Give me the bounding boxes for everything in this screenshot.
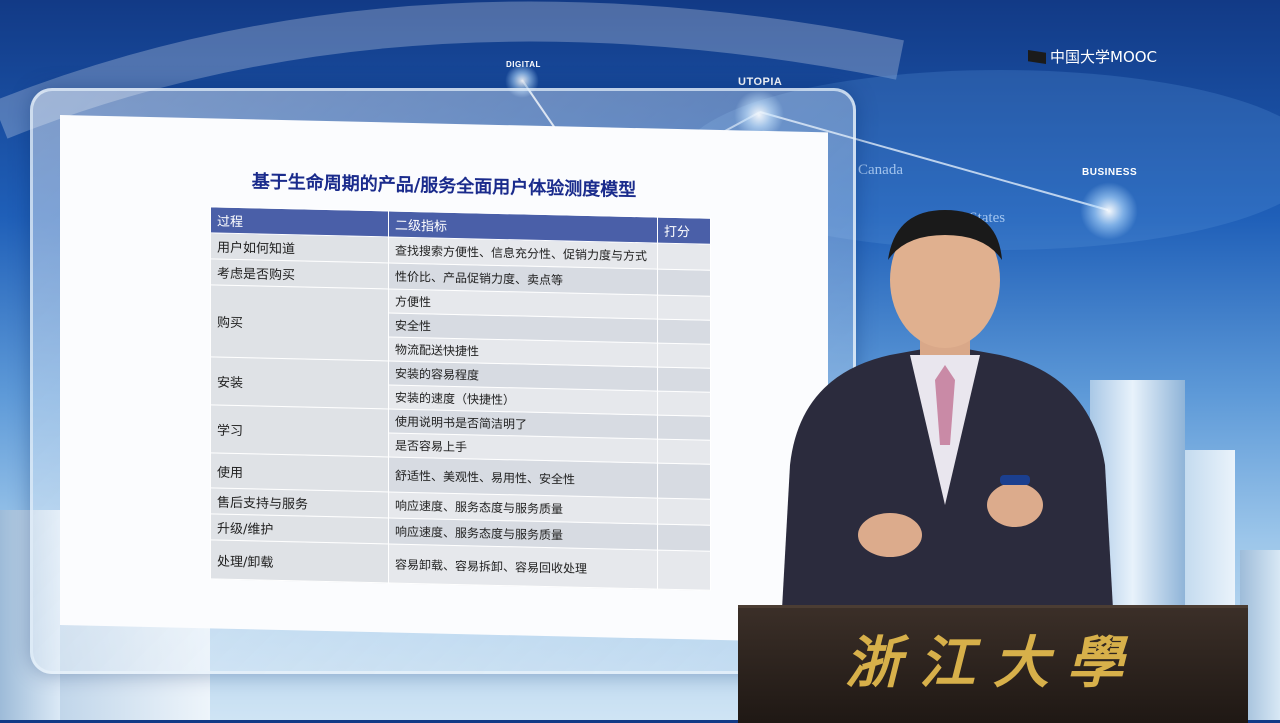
- score-cell: [657, 463, 711, 500]
- score-cell: [657, 550, 711, 591]
- score-cell: [657, 343, 711, 369]
- header-score: 打分: [657, 217, 711, 245]
- presenter: [780, 210, 1115, 645]
- score-cell: [657, 319, 711, 345]
- process-cell: 售后支持与服务: [210, 487, 389, 518]
- map-label-canada: Canada: [858, 162, 903, 178]
- process-cell: 升级/维护: [210, 513, 389, 544]
- score-cell: [657, 415, 711, 441]
- header-process: 过程: [210, 206, 389, 237]
- score-cell: [657, 391, 711, 417]
- business-label: BUSINESS: [1082, 167, 1138, 178]
- score-cell: [657, 295, 711, 321]
- score-cell: [657, 498, 711, 526]
- podium-logo-text: 浙江大學: [845, 630, 1141, 696]
- process-cell: 购买: [210, 284, 389, 361]
- slide-title: 基于生命周期的产品/服务全面用户体验测度模型: [251, 171, 637, 202]
- indicator-cell: 容易卸载、容易拆卸、容易回收处理: [388, 543, 658, 590]
- mooc-logo: 中国大学MOOC: [1028, 46, 1157, 67]
- mooc-logo-text: 中国大学MOOC: [1050, 48, 1158, 66]
- process-cell: 学习: [210, 404, 389, 457]
- digital-label: DIGITAL: [506, 60, 541, 69]
- score-cell: [657, 367, 711, 393]
- process-cell: 安装: [210, 356, 389, 409]
- score-cell: [657, 524, 711, 552]
- utopia-label: UTOPIA: [738, 76, 783, 88]
- score-cell: [657, 439, 711, 465]
- slide-screen: 基于生命周期的产品/服务全面用户体验测度模型 过程 二级指标 打分 用户如何知道…: [60, 115, 828, 643]
- score-cell: [657, 269, 711, 297]
- process-cell: 考虑是否购买: [210, 258, 389, 289]
- score-cell: [657, 243, 711, 271]
- process-cell: 用户如何知道: [210, 232, 389, 263]
- measurement-model-table: 过程 二级指标 打分 用户如何知道 查找搜索方便性、信息充分性、促销力度与方式 …: [210, 206, 711, 591]
- process-cell: 使用: [210, 452, 389, 492]
- process-cell: 处理/卸载: [210, 539, 389, 583]
- podium: 浙江大學: [738, 605, 1248, 723]
- mooc-logo-icon: [1028, 50, 1046, 64]
